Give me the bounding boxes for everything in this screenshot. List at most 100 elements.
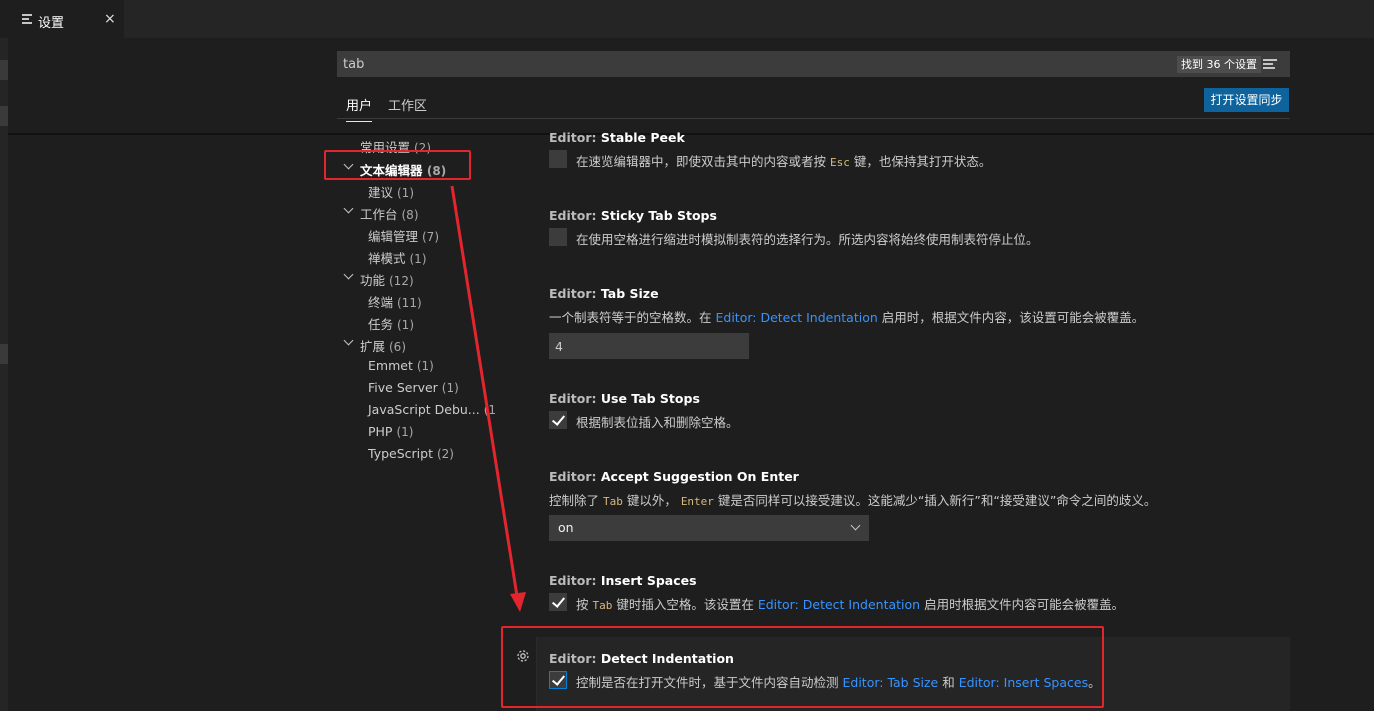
- setting-description: 在使用空格进行缩进时模拟制表符的选择行为。所选内容将始终使用制表符停止位。: [576, 232, 1039, 247]
- toc-count: (11): [397, 296, 422, 310]
- desc-text: 启用时，根据文件内容，该设置可能会被覆盖。: [877, 310, 1145, 325]
- desc-text: 键，也保持其打开状态。: [849, 154, 992, 169]
- toc-item-emmet[interactable]: Emmet (1): [368, 358, 434, 373]
- toc-item-features[interactable]: 功能 (12): [360, 270, 414, 289]
- toc-label: JavaScript Debu...: [368, 402, 480, 417]
- tab-user[interactable]: 用户: [346, 95, 373, 122]
- setting-description: 按 Tab 键时插入空格。该设置在 Editor: Detect Indenta…: [576, 594, 1124, 613]
- setting-title-use-tab-stops: Editor: Use Tab Stops: [549, 391, 700, 406]
- toc-count: (7): [422, 230, 439, 244]
- desc-text: 键是否同样可以接受建议。这能减少“插入新行”和“接受建议”命令之间的歧义。: [713, 493, 1157, 508]
- toc-label: 任务: [368, 317, 394, 332]
- toc-count: (6): [389, 340, 406, 354]
- toc-item-suggestions[interactable]: 建议 (1): [368, 182, 414, 201]
- toc-item-php[interactable]: PHP (1): [368, 424, 413, 439]
- toc-item-five-server[interactable]: Five Server (1): [368, 380, 459, 395]
- stable-peek-checkbox[interactable]: [549, 150, 567, 168]
- sticky-tab-stops-checkbox[interactable]: [549, 228, 567, 246]
- annotation-highlight-toc: [324, 150, 471, 180]
- editor-tab-bar: 设置 ×: [0, 0, 1374, 38]
- setting-description: 根据制表位插入和删除空格。: [576, 415, 739, 430]
- detect-indentation-link[interactable]: Editor: Detect Indentation: [715, 310, 877, 325]
- chevron-down-icon: [850, 520, 861, 531]
- setting-name: Insert Spaces: [600, 573, 697, 588]
- toc-count: (1): [396, 425, 414, 439]
- setting-category: Editor:: [549, 208, 601, 223]
- desc-text: 按: [576, 597, 593, 612]
- setting-description: 控制除了 Tab 键以外， Enter 键是否同样可以接受建议。这能减少“插入新…: [549, 490, 1156, 509]
- setting-title-sticky-tab-stops: Editor: Sticky Tab Stops: [549, 208, 717, 223]
- toc-item-typescript[interactable]: TypeScript (2): [368, 446, 454, 461]
- toc-label: 功能: [360, 273, 386, 288]
- toc-item-javascript-debugger[interactable]: JavaScript Debu... (1: [368, 402, 496, 417]
- toc-item-workbench[interactable]: 工作台 (8): [360, 204, 419, 223]
- desc-text: 键以外，: [622, 493, 681, 508]
- clear-filter-icon[interactable]: [1263, 59, 1277, 69]
- toc-count: (2): [436, 447, 454, 461]
- toc-label: 工作台: [360, 207, 398, 222]
- setting-name: Tab Size: [600, 286, 659, 301]
- chevron-down-icon[interactable]: [343, 203, 354, 214]
- setting-title-accept-suggestion-on-enter: Editor: Accept Suggestion On Enter: [549, 469, 799, 484]
- settings-search-box: 找到 36 个设置: [337, 51, 1290, 77]
- setting-name: Accept Suggestion On Enter: [600, 469, 799, 484]
- toc-item-zen-mode[interactable]: 禅模式 (1): [368, 248, 427, 267]
- tab-size-input[interactable]: [549, 333, 749, 359]
- close-icon[interactable]: ×: [104, 11, 116, 27]
- desc-text: 键时插入空格。该设置在: [612, 597, 758, 612]
- insert-spaces-checkbox[interactable]: [549, 593, 567, 611]
- desc-text: 启用时根据文件内容可能会被覆盖。: [920, 597, 1125, 612]
- tab-workspace[interactable]: 工作区: [388, 95, 427, 114]
- setting-category: Editor:: [549, 391, 601, 406]
- toc-count: (1): [416, 359, 434, 373]
- toc-item-editor-management[interactable]: 编辑管理 (7): [368, 226, 439, 245]
- toc-label: PHP: [368, 424, 393, 439]
- chevron-down-icon[interactable]: [343, 335, 354, 346]
- search-result-count: 找到 36 个设置: [1177, 56, 1261, 73]
- inline-code: Esc: [829, 156, 850, 169]
- activity-bar-edge: [0, 38, 8, 711]
- toc-count: (12): [389, 274, 414, 288]
- toc-item-terminal[interactable]: 终端 (11): [368, 292, 422, 311]
- setting-name: Sticky Tab Stops: [600, 208, 717, 223]
- setting-title-tab-size: Editor: Tab Size: [549, 286, 659, 301]
- settings-tab[interactable]: 设置 ×: [0, 0, 124, 38]
- accept-suggestion-select[interactable]: on: [549, 515, 869, 541]
- toc-item-tasks[interactable]: 任务 (1): [368, 314, 414, 333]
- header-divider: [337, 118, 1290, 119]
- toc-count: (1): [397, 186, 414, 200]
- toc-label: 编辑管理: [368, 229, 419, 244]
- setting-title-insert-spaces: Editor: Insert Spaces: [549, 573, 697, 588]
- toc-count: (8): [401, 208, 419, 222]
- inline-code: Tab: [602, 495, 623, 508]
- toc-count: (1): [441, 381, 459, 395]
- setting-title-stable-peek: Editor: Stable Peek: [549, 130, 685, 145]
- desc-text: 一个制表符等于的空格数。在: [549, 310, 716, 325]
- toc-count: (1): [397, 318, 414, 332]
- search-input[interactable]: [343, 55, 1143, 73]
- inline-code: Enter: [680, 495, 714, 508]
- header-shadow: [8, 133, 1374, 135]
- inline-code: Tab: [592, 599, 613, 612]
- use-tab-stops-checkbox[interactable]: [549, 411, 567, 429]
- settings-file-icon: [22, 14, 32, 24]
- toc-item-extensions[interactable]: 扩展 (6): [360, 336, 406, 355]
- setting-description: 在速览编辑器中，即使双击其中的内容或者按 Esc 键，也保持其打开状态。: [576, 151, 991, 170]
- toc-label: 终端: [368, 295, 394, 310]
- setting-category: Editor:: [549, 469, 601, 484]
- setting-category: Editor:: [549, 573, 601, 588]
- setting-name: Stable Peek: [600, 130, 685, 145]
- setting-category: Editor:: [549, 286, 601, 301]
- toc-label: 建议: [368, 185, 394, 200]
- chevron-down-icon[interactable]: [343, 269, 354, 280]
- detect-indentation-link[interactable]: Editor: Detect Indentation: [758, 597, 920, 612]
- toc-count: (1): [409, 252, 427, 266]
- annotation-highlight-setting: [501, 626, 1104, 708]
- toc-label: TypeScript: [368, 446, 433, 461]
- setting-description: 一个制表符等于的空格数。在 Editor: Detect Indentation…: [549, 307, 1144, 326]
- settings-sync-button[interactable]: 打开设置同步: [1204, 88, 1289, 112]
- setting-name: Use Tab Stops: [600, 391, 700, 406]
- toc-label: 禅模式: [368, 251, 406, 266]
- select-value: on: [558, 520, 574, 535]
- toc-label: Five Server: [368, 380, 438, 395]
